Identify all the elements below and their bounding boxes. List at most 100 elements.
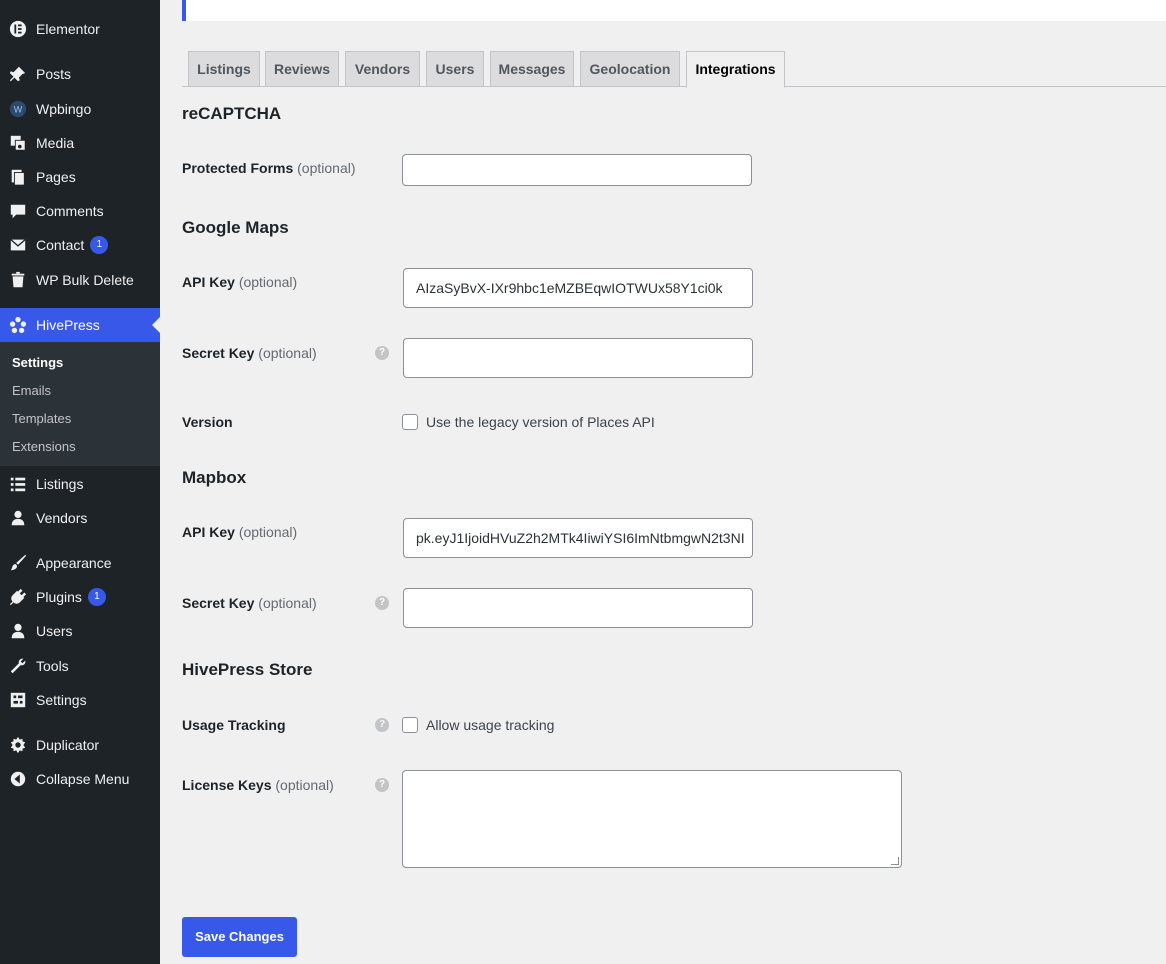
sidebar-item-label: Media [36, 135, 75, 151]
field-label-text: License Keys [182, 777, 272, 793]
field-label-text: API Key [182, 524, 235, 540]
sidebar-item-label: Posts [36, 66, 72, 82]
mapbox-api-key-label: API Key (optional) [182, 524, 297, 540]
sidebar-item-label: Tools [36, 658, 69, 674]
help-icon[interactable]: ? [375, 778, 389, 792]
sidebar-item-label: Users [36, 623, 73, 639]
google-api-key-input[interactable]: AIzaSyBvX-IXr9hbc1eMZBEqwIOTWUx58Y1ci0k [403, 268, 753, 308]
section-title-google-maps: Google Maps [182, 218, 289, 237]
wrench-icon [0, 657, 36, 675]
help-icon[interactable]: ? [375, 596, 389, 610]
sidebar-item-label: WP Bulk Delete [36, 272, 134, 288]
admin-notice [182, 0, 1166, 21]
sidebar-item-label: Duplicator [36, 737, 100, 753]
comment-icon [0, 202, 36, 220]
admin-sidebar: Elementor Posts W Wpbingo Media Pages Co… [0, 0, 160, 964]
submenu-emails[interactable]: Emails [12, 383, 51, 398]
tab-geolocation[interactable]: Geolocation [580, 51, 680, 87]
plug-icon [0, 588, 36, 606]
sidebar-item-label: Pages [36, 169, 76, 185]
collapse-menu-button[interactable]: Collapse Menu [0, 762, 160, 796]
wpbingo-icon: W [0, 100, 36, 118]
checkbox-label: Use the legacy version of Places API [426, 414, 655, 430]
mapbox-api-key-input[interactable]: pk.eyJ1IjoidHVuZ2h2MTk4IiwiYSI6ImNtbmgwN… [403, 518, 753, 558]
sidebar-item-comments[interactable]: Comments [0, 194, 160, 228]
sidebar-item-elementor[interactable]: Elementor [0, 12, 160, 46]
sidebar-item-label: HivePress [36, 317, 100, 333]
sidebar-item-label: Contact [36, 237, 85, 253]
tab-messages[interactable]: Messages [490, 51, 574, 87]
section-title-recaptcha: reCAPTCHA [182, 104, 282, 123]
google-secret-key-label: Secret Key (optional) [182, 345, 317, 361]
usage-tracking-label: Usage Tracking [182, 717, 286, 733]
submenu-extensions[interactable]: Extensions [12, 439, 76, 454]
list-icon [0, 475, 36, 493]
version-label: Version [182, 414, 233, 430]
sidebar-item-appearance[interactable]: Appearance [0, 546, 160, 580]
sidebar-item-wp-bulk-delete[interactable]: WP Bulk Delete [0, 263, 160, 297]
section-title-mapbox: Mapbox [182, 468, 247, 487]
sidebar-item-tools[interactable]: Tools [0, 649, 160, 683]
field-label-text: API Key [182, 274, 235, 290]
notification-badge: 1 [87, 588, 106, 606]
save-changes-button[interactable]: Save Changes [182, 917, 297, 957]
svg-text:W: W [14, 105, 23, 115]
submenu-settings[interactable]: Settings [12, 355, 63, 370]
sidebar-item-plugins[interactable]: Plugins 1 [0, 580, 160, 614]
optional-text: (optional) [258, 345, 317, 361]
duplicator-icon [0, 736, 36, 754]
hivepress-submenu: Settings Emails Templates Extensions [0, 342, 160, 466]
optional-text: (optional) [258, 595, 317, 611]
legacy-places-checkbox-row[interactable]: Use the legacy version of Places API [402, 414, 655, 430]
section-title-hivepress-store: HivePress Store [182, 660, 313, 679]
submenu-templates[interactable]: Templates [12, 411, 71, 426]
brush-icon [0, 554, 36, 572]
field-label-text: Secret Key [182, 595, 255, 611]
sidebar-item-label: Comments [36, 203, 104, 219]
mail-icon [0, 236, 36, 254]
user-icon [0, 622, 36, 640]
protected-forms-select[interactable] [402, 154, 752, 186]
resize-handle[interactable] [891, 857, 899, 865]
tab-vendors[interactable]: Vendors [345, 51, 420, 87]
optional-text: (optional) [238, 274, 298, 290]
sidebar-item-wpbingo[interactable]: W Wpbingo [0, 92, 160, 126]
sidebar-item-vendors[interactable]: Vendors [0, 501, 160, 535]
pin-icon [0, 65, 36, 83]
help-icon[interactable]: ? [375, 346, 389, 360]
optional-text: (optional) [238, 524, 298, 540]
sidebar-item-contact[interactable]: Contact 1 [0, 228, 160, 262]
pages-icon [0, 168, 36, 186]
elementor-icon [0, 20, 36, 38]
usage-tracking-checkbox-row[interactable]: Allow usage tracking [402, 717, 554, 733]
tab-reviews[interactable]: Reviews [265, 51, 339, 87]
mapbox-secret-key-label: Secret Key (optional) [182, 595, 317, 611]
license-keys-textarea[interactable] [402, 770, 902, 868]
tab-integrations[interactable]: Integrations [686, 51, 785, 88]
google-api-key-label: API Key (optional) [182, 274, 297, 290]
sidebar-item-duplicator[interactable]: Duplicator [0, 728, 160, 762]
tab-listings[interactable]: Listings [188, 51, 260, 87]
google-secret-key-input[interactable] [403, 338, 753, 378]
user-icon [0, 509, 36, 527]
mapbox-secret-key-input[interactable] [403, 588, 753, 628]
sidebar-item-posts[interactable]: Posts [0, 57, 160, 91]
sidebar-item-hivepress[interactable]: HivePress [0, 308, 160, 342]
protected-forms-label: Protected Forms (optional) [182, 160, 356, 176]
sidebar-item-listings[interactable]: Listings [0, 467, 160, 501]
usage-tracking-checkbox[interactable] [402, 717, 418, 733]
sidebar-item-settings[interactable]: Settings [0, 683, 160, 717]
trash-icon [0, 271, 36, 289]
help-icon[interactable]: ? [375, 718, 389, 732]
sidebar-item-users[interactable]: Users [0, 614, 160, 648]
license-keys-label: License Keys (optional) [182, 777, 334, 793]
field-label-text: Protected Forms [182, 160, 294, 176]
settings-icon [0, 691, 36, 709]
sidebar-item-label: Elementor [36, 21, 100, 37]
hivepress-icon [0, 316, 36, 334]
sidebar-item-media[interactable]: Media [0, 126, 160, 160]
legacy-places-checkbox[interactable] [402, 414, 418, 430]
sidebar-item-pages[interactable]: Pages [0, 160, 160, 194]
tab-users[interactable]: Users [426, 51, 484, 87]
sidebar-item-label: Settings [36, 692, 87, 708]
